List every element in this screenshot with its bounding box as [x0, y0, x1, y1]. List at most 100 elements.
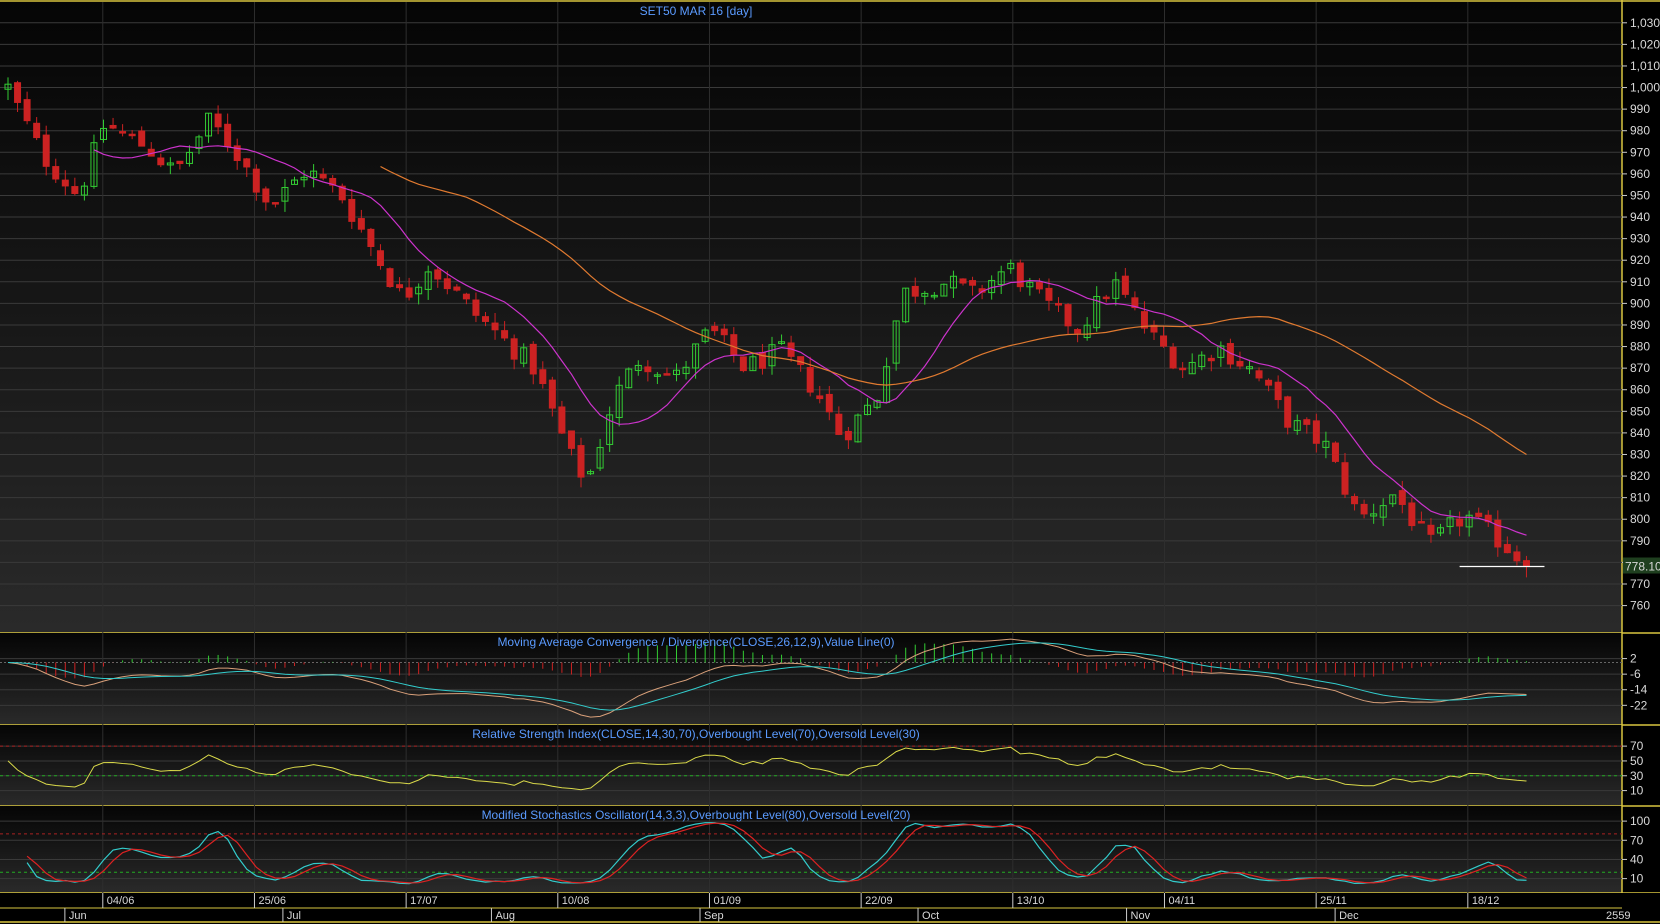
candle-body — [14, 82, 22, 103]
candle-body — [1503, 544, 1511, 554]
candle-body — [386, 268, 394, 288]
candle-body — [1312, 420, 1320, 444]
y-tick-label: 830 — [1630, 447, 1650, 461]
candle-body — [52, 166, 60, 180]
candle-body — [501, 330, 509, 339]
candle-body — [1035, 281, 1043, 290]
rsi-title: Relative Strength Index(CLOSE,14,30,70),… — [472, 727, 920, 741]
candle-body — [109, 124, 117, 129]
x-date-label: 18/12 — [1472, 895, 1500, 907]
candle-body — [61, 179, 69, 187]
candle-body — [816, 395, 824, 400]
x-date-label: 22/09 — [865, 895, 893, 907]
y-tick-label: 800 — [1630, 512, 1650, 526]
y-tick-label: -14 — [1630, 683, 1648, 697]
candle-body — [271, 202, 279, 205]
candle-body — [739, 356, 747, 372]
candle-body — [1417, 521, 1425, 524]
candle-body — [1341, 462, 1349, 495]
candle-body — [548, 379, 556, 409]
y-tick-label: 910 — [1630, 275, 1650, 289]
x-month-label: Oct — [922, 910, 939, 922]
candle-body — [1456, 518, 1464, 527]
candle-body — [491, 322, 499, 331]
candle-body — [1255, 370, 1263, 379]
y-tick-label: 970 — [1630, 145, 1650, 159]
candle-body — [1207, 357, 1215, 362]
y-tick-label: -22 — [1630, 698, 1648, 712]
y-tick-label: 980 — [1630, 124, 1650, 138]
candle-body — [1408, 502, 1416, 527]
candle-body — [797, 356, 805, 366]
y-tick-label: 50 — [1630, 754, 1644, 768]
candle-body — [396, 284, 404, 289]
candle-body — [1045, 287, 1053, 301]
candle-body — [42, 134, 50, 167]
y-tick-label: 930 — [1630, 232, 1650, 246]
candle-body — [1284, 396, 1292, 428]
candle-body — [577, 445, 585, 478]
y-tick-label: 2 — [1630, 652, 1637, 666]
last-value-label: 778.10 — [1625, 560, 1660, 574]
candle-body — [825, 393, 833, 413]
y-tick-label: 960 — [1630, 167, 1650, 181]
y-tick-label: 820 — [1630, 469, 1650, 483]
candle-body — [1475, 512, 1483, 517]
candle-body — [1274, 381, 1282, 401]
candle-body — [1351, 496, 1359, 505]
x-date-label: 25/11 — [1320, 895, 1347, 907]
candle-body — [1102, 296, 1110, 300]
candle-body — [1303, 419, 1311, 425]
y-tick-label: 770 — [1630, 577, 1650, 591]
candle-body — [711, 325, 719, 332]
y-tick-label: 900 — [1630, 296, 1650, 310]
candle-body — [1016, 262, 1024, 288]
y-tick-label: 760 — [1630, 599, 1650, 613]
candle-body — [844, 430, 852, 441]
candle-body — [1121, 275, 1129, 295]
candle-body — [644, 366, 652, 373]
y-tick-label: 10 — [1630, 872, 1644, 886]
y-tick-label: 940 — [1630, 210, 1650, 224]
y-tick-label: 840 — [1630, 426, 1650, 440]
candle-body — [730, 334, 738, 356]
candle-body — [510, 338, 518, 360]
x-date-label: 25/06 — [258, 895, 286, 907]
y-tick-label: 850 — [1630, 404, 1650, 418]
candle-body — [453, 286, 461, 291]
x-month-label: Jul — [287, 910, 301, 922]
candle-body — [462, 293, 470, 300]
candle-body — [1331, 442, 1339, 462]
y-tick-label: 810 — [1630, 491, 1650, 505]
candle-body — [138, 130, 146, 147]
trading-chart: 7607707807908008108208308408508608708808… — [0, 0, 1660, 924]
candle-body — [529, 343, 537, 375]
candle-body — [1140, 311, 1148, 329]
x-date-label: 17/07 — [410, 895, 438, 907]
candle-body — [472, 299, 480, 316]
x-month-label: Nov — [1131, 910, 1151, 922]
candle-body — [1160, 335, 1168, 347]
candle-body — [567, 430, 575, 449]
chart-panels — [0, 0, 1660, 924]
candle-body — [1055, 303, 1062, 306]
x-month-label: Jun — [69, 910, 87, 922]
candle-body — [262, 188, 270, 203]
x-month-label: Aug — [495, 910, 515, 922]
x-date-label: 13/10 — [1017, 895, 1045, 907]
y-tick-label: 990 — [1630, 102, 1650, 116]
candle-body — [558, 406, 566, 434]
y-tick-label: 1,020 — [1630, 37, 1660, 51]
y-tick-label: 790 — [1630, 534, 1650, 548]
candle-body — [405, 287, 413, 298]
y-tick-label: 70 — [1630, 833, 1644, 847]
candle-body — [348, 198, 356, 222]
y-tick-label: 860 — [1630, 383, 1650, 397]
candle-body — [33, 122, 41, 139]
candle-body — [367, 228, 375, 248]
y-tick-label: 1,010 — [1630, 59, 1660, 73]
candle-body — [243, 158, 251, 168]
x-date-label: 04/11 — [1168, 895, 1195, 907]
x-date-label: 04/06 — [107, 895, 135, 907]
y-tick-label: 890 — [1630, 318, 1650, 332]
